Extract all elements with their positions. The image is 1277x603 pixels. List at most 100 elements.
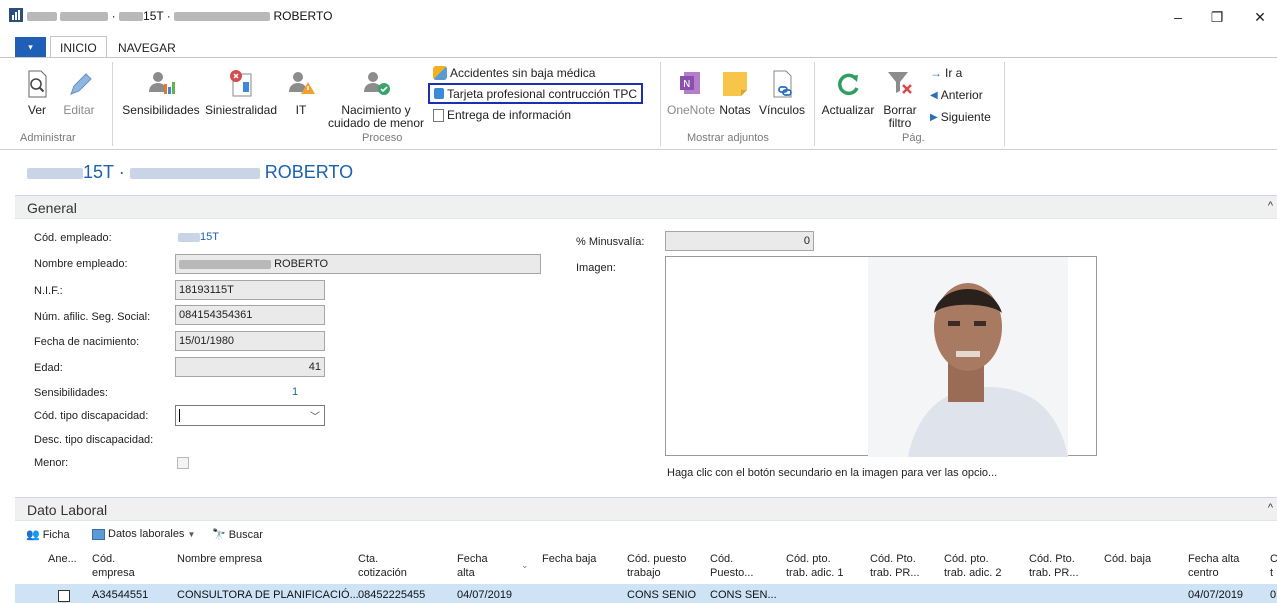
cell-cod-puesto[interactable]: CONS SENIO [627,589,696,601]
tipo-discapacidad-label: Cód. tipo discapacidad: [34,410,149,422]
buscar-button[interactable]: 🔭 Buscar [212,528,263,542]
tarjeta-label: Tarjeta profesional contrucción TPC [447,86,637,101]
col-cod-puesto-2[interactable]: Cód. Puesto... [710,552,753,580]
col-ane[interactable]: Ane... [48,552,77,566]
document-icon [433,108,444,122]
nif-label: N.I.F.: [34,285,63,297]
edad-field[interactable]: 41 [175,357,325,377]
dato-laboral-section-header[interactable]: Dato Laboral ^ [15,497,1277,521]
col-cod-puesto[interactable]: Cód. puesto trabajo [627,552,686,580]
sensibilidades-value[interactable]: 1 [292,386,298,398]
datos-laborales-button[interactable]: Datos laborales ▼ [92,528,195,540]
col-cod-empresa[interactable]: Cód. empresa [92,552,135,580]
refresh-icon [838,73,859,96]
ver-button[interactable]: Ver [20,68,54,117]
cell-fecha-alta[interactable]: 04/07/2019 [457,589,512,601]
ir-a-label: Ir a [945,66,963,80]
cell-nombre-empresa[interactable]: CONSULTORA DE PLANIFICACIÓ... [177,589,359,601]
accidentes-label: Accidentes sin baja médica [450,66,596,80]
collapse-icon[interactable]: ^ [1268,200,1273,212]
nacimiento-button[interactable]: Nacimiento y cuidado de menor [326,68,426,130]
col-cod-baja[interactable]: Cód. baja [1104,552,1151,566]
dropdown-arrow-icon[interactable]: ▼ [187,530,195,539]
restore-button[interactable]: ❐ [1197,4,1237,30]
ficha-button[interactable]: 👥 Ficha [26,528,70,542]
collapse-icon[interactable]: ^ [1268,502,1273,514]
col-fecha-alta[interactable]: Fecha alta [457,552,488,580]
onenote-button[interactable]: N OneNote [667,68,716,117]
col-pto-pr-2[interactable]: Cód. Pto. trab. PR... [1029,552,1079,580]
tarjeta-tpc-button[interactable]: Tarjeta profesional contrucción TPC [428,83,643,104]
vinculos-label: Vínculos [758,103,806,117]
tab-inicio[interactable]: INICIO [50,36,107,58]
col-pto-adic-2[interactable]: Cód. pto. trab. adic. 2 [944,552,1001,580]
menor-checkbox[interactable] [177,457,189,469]
minimize-button[interactable]: – [1158,4,1198,30]
group-pag: Pág. [902,132,925,144]
employee-photo[interactable] [868,257,1068,457]
actualizar-button[interactable]: Actualizar [820,68,876,117]
binoculars-icon: 🔭 [212,529,226,541]
borrar-filtro-button[interactable]: Borrar filtro [878,68,922,130]
sensibilidades-button[interactable]: Sensibilidades [120,68,202,117]
col-pto-pr-1[interactable]: Cód. Pto. trab. PR... [870,552,920,580]
it-button[interactable]: IT [284,68,318,117]
sort-desc-icon: ⌄ [521,560,529,570]
row-checkbox[interactable] [58,590,70,602]
edad-label: Edad: [34,362,63,374]
col-fecha-alta-centro[interactable]: Fecha alta centro [1188,552,1239,580]
cell-fecha-alta-centro[interactable]: 04/07/2019 [1188,589,1243,601]
col-pto-adic-1[interactable]: Cód. pto. trab. adic. 1 [786,552,843,580]
svg-text:N: N [683,79,690,90]
minusvalia-field[interactable]: 0 [665,231,814,251]
anterior-label: Anterior [940,88,983,102]
general-section-header[interactable]: General ^ [15,195,1277,219]
sensibilidades-label: Sensibilidades: [34,387,108,399]
col-truncated[interactable]: Ct [1270,552,1277,580]
onenote-label: OneNote [667,103,716,117]
cell-cta[interactable]: 08452225455 [358,589,425,601]
minusvalia-label: % Minusvalía: [576,236,645,248]
cod-empleado-value[interactable]: 15T [178,231,219,243]
title-bar: · 15T · ROBERTO – ❐ ✕ [0,0,1277,34]
cell-cod-empresa[interactable]: A34544551 [92,589,148,601]
entrega-informacion-button[interactable]: Entrega de información [433,108,571,122]
file-menu-button[interactable]: ▾ [15,37,46,57]
close-button[interactable]: ✕ [1240,4,1277,30]
tab-navegar[interactable]: NAVEGAR [112,39,182,57]
siniestralidad-button[interactable]: Siniestralidad [204,68,278,117]
afiliacion-label: Núm. afilic. Seg. Social: [34,311,151,323]
vinculos-button[interactable]: Vínculos [757,68,807,117]
it-label: IT [295,103,307,117]
col-cta-cotizacion[interactable]: Cta. cotización [358,552,407,580]
fecha-nacimiento-field[interactable]: 15/01/1980 [175,331,325,351]
table-icon [92,528,105,540]
people-chart-icon [149,72,175,94]
tipo-discapacidad-select[interactable]: ﹀ [175,405,325,426]
notas-button[interactable]: Notas [716,68,754,117]
card-icon [434,88,445,99]
editar-button[interactable]: Editar [60,68,98,117]
nacimiento-label-1: Nacimiento y [341,103,411,117]
cell-truncated[interactable]: 0 [1270,589,1276,601]
accidentes-button[interactable]: Accidentes sin baja médica [433,66,595,80]
editar-label: Editar [63,103,95,117]
datos-laborales-label: Datos laborales [108,528,185,540]
person-warning-icon [289,72,315,94]
employee-photo-frame[interactable] [665,256,1097,457]
entrega-label: Entrega de información [447,108,572,122]
cell-cod-puesto-2[interactable]: CONS SEN... [710,589,777,601]
afiliacion-field[interactable]: 084154354361 [175,305,325,325]
anterior-button[interactable]: ◀ Anterior [930,88,983,102]
chevron-down-icon[interactable]: ﹀ [310,408,320,423]
nif-field[interactable]: 18193115T [175,280,325,300]
nombre-empleado-field[interactable]: ROBERTO [175,254,541,274]
imagen-label: Imagen: [576,262,616,274]
siguiente-button[interactable]: ▶ Siguiente [930,110,991,124]
actualizar-label: Actualizar [821,103,875,117]
imagen-hint: Haga clic con el botón secundario en la … [667,467,998,479]
col-nombre-empresa[interactable]: Nombre empresa [177,552,262,566]
edit-icon [70,73,92,95]
ir-a-button[interactable]: → Ir a [930,66,962,80]
col-fecha-baja[interactable]: Fecha baja [542,552,596,566]
